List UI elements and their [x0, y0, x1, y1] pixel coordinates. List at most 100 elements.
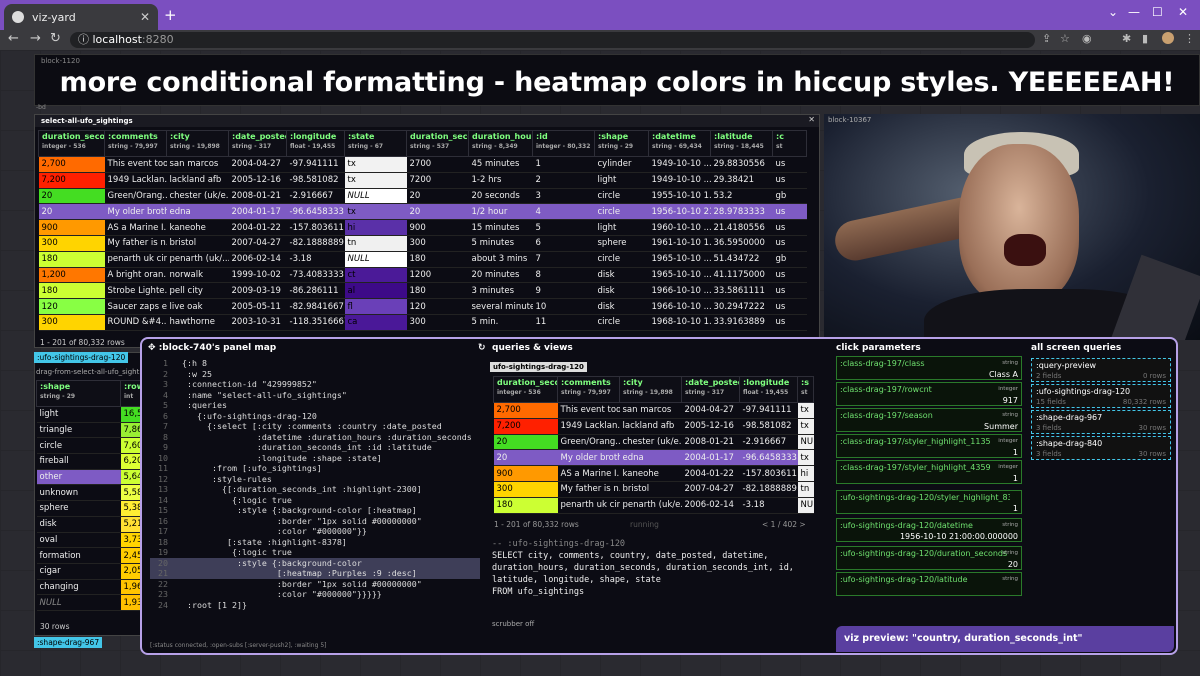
new-tab-icon[interactable]: +	[164, 6, 177, 24]
viz-preview[interactable]: viz preview: "country, duration_seconds_…	[836, 626, 1174, 652]
column-header[interactable]: duration_hour..string - 8,349	[468, 130, 533, 157]
click-param[interactable]: :class-drag-197/styler_highlight_4359 int…	[836, 460, 1022, 484]
column-header[interactable]: duration_seco..string - 537	[406, 130, 469, 157]
close-icon[interactable]: ✕	[808, 115, 815, 124]
column-header[interactable]: :shape string - 29	[36, 380, 121, 407]
table-row[interactable]: 1,200 A bright oran... norwalk 1999-10-02 -7…	[38, 267, 807, 284]
forward-icon[interactable]: →	[30, 31, 41, 46]
click-param[interactable]: :class-drag-197/rowcnt integer 917	[836, 382, 1022, 406]
screen-query[interactable]: :shape-drag-967 3 fields 30 rows	[1031, 410, 1171, 434]
screen-query[interactable]: :query-preview 2 fields 0 rows	[1031, 358, 1171, 382]
table-row[interactable]: 120Saucer zaps e...live oak2005-05-11-82…	[38, 298, 807, 315]
table-row[interactable]: 300My father is n...bristol2007-04-27-82…	[38, 235, 807, 252]
query-tag[interactable]: :ufo-sightings-drag-120	[34, 352, 129, 363]
screen-query[interactable]: :shape-drag-840 3 fields 30 rows	[1031, 436, 1171, 460]
click-param[interactable]: :ufo-sightings-drag-120/datetime string 19…	[836, 518, 1022, 542]
back-icon[interactable]: ←	[8, 31, 19, 46]
chevron-down-icon[interactable]: ⌄	[1108, 5, 1118, 19]
column-header[interactable]: :city string - 19,898	[619, 376, 682, 403]
list-item[interactable]: unknown 5,58	[36, 484, 143, 502]
click-param[interactable]: :ufo-sightings-drag-120/latitude string	[836, 572, 1022, 596]
list-item[interactable]: changing 1,96	[36, 579, 143, 596]
table-row[interactable]: 2,700This event too...san marcos2004-04-…	[493, 402, 814, 419]
click-param[interactable]: :ufo-sightings-drag-120/styler_highlight…	[836, 490, 1022, 514]
click-param[interactable]: :class-drag-197/styler_highlight_1135 int…	[836, 434, 1022, 458]
avatar[interactable]	[1162, 32, 1174, 44]
code-text: :style-rules	[182, 473, 272, 484]
column-header[interactable]: :shape string - 29	[594, 130, 649, 157]
sidebar-icon[interactable]: ▮	[1142, 32, 1154, 45]
list-item[interactable]: fireball 6,20	[36, 453, 143, 470]
column-header[interactable]: :date_posted string - 317	[681, 376, 740, 403]
column-header[interactable]: :comments string - 79,997	[104, 130, 167, 157]
banner-block[interactable]: block-1120 more conditional formatting -…	[34, 54, 1200, 106]
column-header[interactable]: :state string - 67	[344, 130, 407, 157]
list-item[interactable]: other 5,64	[36, 469, 143, 486]
reload-icon[interactable]: ↻	[50, 31, 61, 46]
table-row[interactable]: 2,700This event too...san marcos2004-04-…	[38, 156, 807, 173]
table-row[interactable]: 180 Strobe Lighte... pell city 2009-03-19 -8…	[38, 282, 807, 300]
puzzle-icon[interactable]: ✱	[1122, 32, 1134, 45]
refresh-icon[interactable]: ↻	[478, 343, 486, 353]
main-data-grid[interactable]: duration_seco.. integer - 536:comments str…	[38, 130, 807, 331]
photo-block[interactable]: block-10367	[824, 114, 1200, 340]
menu-icon[interactable]: ⋮	[1184, 32, 1196, 45]
table-row[interactable]: 900 AS a Marine I... kaneohe 2004-01-22 -157…	[493, 465, 814, 482]
table-row[interactable]: 180penarth uk cir...penarth (uk/e...2006…	[493, 497, 814, 514]
screen-query[interactable]: :ufo-sightings-drag-120 15 fields 80,332 r…	[1031, 384, 1171, 408]
list-item[interactable]: circle 7,60	[36, 437, 143, 455]
left-data-grid[interactable]: :shape string - 29:row int light 16,5 triang…	[36, 380, 143, 611]
query-data-grid[interactable]: duration_seco..integer - 536:commentsstr…	[493, 376, 814, 514]
list-item[interactable]: oval 3,73	[36, 532, 143, 549]
query-tab[interactable]: ufo-sightings-drag-120	[490, 362, 587, 372]
column-header[interactable]: :date_posted string - 317	[228, 130, 287, 157]
column-header[interactable]: :comments string - 79,997	[557, 376, 620, 403]
table-row[interactable]: 180penarth uk cir...penarth (uk/...2006-…	[38, 251, 807, 268]
table-cell: This event too...	[104, 156, 167, 173]
table-cell: triangle	[36, 422, 121, 439]
click-param[interactable]: :class-drag-197/season string Summer	[836, 408, 1022, 432]
column-header[interactable]: :longitude float - 19,455	[286, 130, 345, 157]
column-header[interactable]: duration_seco..integer - 536	[38, 130, 105, 157]
scrubber-toggle[interactable]: scrubber off	[492, 620, 534, 628]
code-editor[interactable]: 1 {:h 82 :w 25 3 :connection-id "429999852…	[150, 358, 480, 638]
list-item[interactable]: disk 5,21	[36, 516, 143, 533]
maximize-icon[interactable]: ☐	[1152, 5, 1163, 19]
table-row[interactable]: 20 Green/Orang... chester (uk/e... 2008-01-…	[493, 434, 814, 451]
click-param[interactable]: :ufo-sightings-drag-120/duration_seconds…	[836, 546, 1022, 570]
shape-tag[interactable]: :shape-drag-967	[34, 637, 103, 648]
table-row[interactable]: 20 Green/Orang... chester (uk/e... 2008-01-…	[38, 188, 807, 205]
share-icon[interactable]: ⇪	[1042, 32, 1054, 45]
browser-tab[interactable]: viz-yard ✕	[4, 4, 158, 30]
list-item[interactable]: cigar 2,05	[36, 563, 143, 580]
table-row[interactable]: 20My older brotheredna2004-01-17-96.6458…	[493, 449, 814, 467]
minimize-icon[interactable]: —	[1128, 5, 1140, 19]
column-header[interactable]: duration_seco..integer - 536	[493, 376, 558, 403]
column-header[interactable]: :c st	[772, 130, 807, 157]
table-row[interactable]: 300 ROUND &#4... hawthorne 2003-10-31 -118.3…	[38, 314, 807, 331]
column-header[interactable]: :id integer - 80,332	[532, 130, 595, 157]
list-item[interactable]: light 16,5	[36, 406, 143, 423]
close-window-icon[interactable]: ✕	[1178, 5, 1188, 19]
star-icon[interactable]: ☆	[1060, 32, 1072, 45]
table-row[interactable]: 20My older brother...edna2004-01-17-96.6…	[38, 203, 807, 221]
column-header[interactable]: :latitude string - 18,445	[710, 130, 773, 157]
table-row[interactable]: 7,200 1949 Lacklan... lackland afb 2005-12-…	[493, 418, 814, 435]
list-item[interactable]: sphere 5,38	[36, 500, 143, 517]
column-header[interactable]: :city string - 19,898	[166, 130, 229, 157]
pager[interactable]: < 1 / 402 >	[762, 520, 806, 529]
list-item[interactable]: formation 2,45	[36, 547, 143, 564]
table-row[interactable]: 300My father is n...bristol2007-04-27-82…	[493, 481, 814, 498]
extension-icon[interactable]: ◉	[1082, 32, 1094, 45]
url-input[interactable]: ⓘ localhost:8280	[70, 32, 1035, 48]
close-tab-icon[interactable]: ✕	[140, 10, 150, 24]
table-row[interactable]: 7,200 1949 Lacklan... lackland afb 2005-12-…	[38, 172, 807, 189]
column-header[interactable]: :longitude float - 19,455	[739, 376, 798, 403]
column-header[interactable]: :datetime string - 69,434	[648, 130, 711, 157]
column-header[interactable]: :s st	[797, 376, 814, 403]
click-param[interactable]: :class-drag-197/class string Class A	[836, 356, 1022, 380]
table-row[interactable]: 900 AS a Marine I... kaneohe 2004-01-22 -157…	[38, 219, 807, 236]
param-value: 917	[1002, 396, 1018, 405]
list-item[interactable]: triangle 7,86	[36, 422, 143, 439]
list-item[interactable]: NULL 1,93	[36, 594, 143, 611]
